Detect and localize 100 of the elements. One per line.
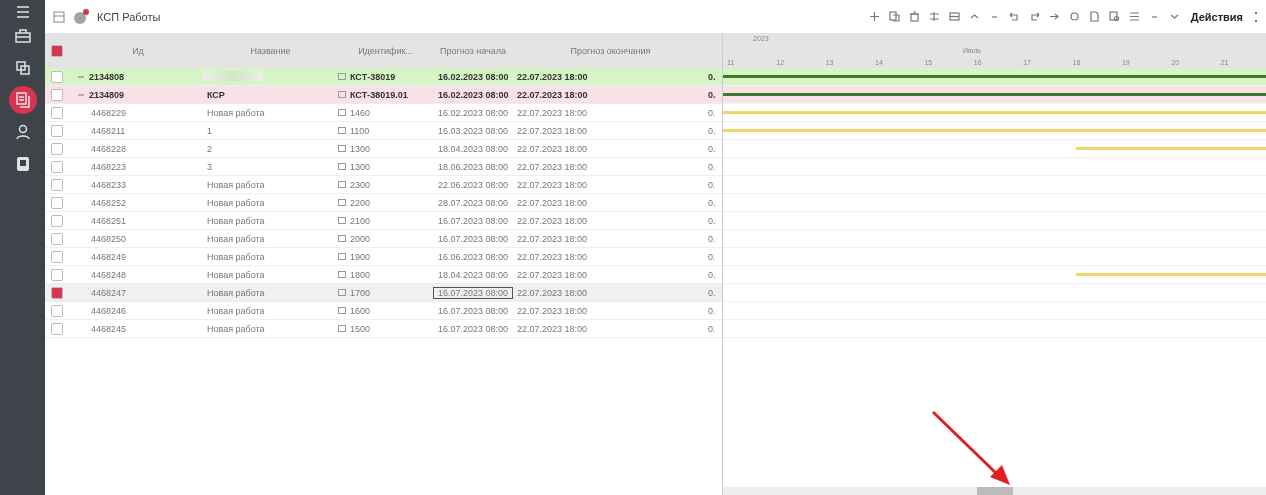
table-row[interactable]: 4468228 2 1300 18.04.2023 08:00 22.07.2023 18:00 0. xyxy=(45,140,722,158)
table-cell-text: 22.07.2023 18:00 xyxy=(516,71,589,82)
table-cell-text: 22.07.2023 18:00 xyxy=(516,251,589,262)
table-cell[interactable]: 16.07.2023 08:00 xyxy=(433,286,514,299)
table-icon[interactable] xyxy=(948,11,960,22)
table-cell-text: 16.02.2023 08:00 xyxy=(437,106,510,119)
link-icon xyxy=(338,109,346,116)
actions-button[interactable]: Действия xyxy=(1188,10,1245,23)
settings-icon[interactable] xyxy=(1068,11,1080,22)
table-cell-text: 16.07.2023 08:00 xyxy=(437,232,510,245)
redo-icon[interactable] xyxy=(1028,11,1040,22)
table-cell-text: 22.07.2023 18:00 xyxy=(516,287,589,298)
table-cell-text: 1 xyxy=(206,125,213,136)
documents-icon[interactable] xyxy=(8,86,37,114)
table-cell-text: 2 xyxy=(206,143,213,154)
row-checkbox[interactable] xyxy=(51,160,63,173)
table-row[interactable]: 2134808 КСТ-38019 16.02.2023 08:00 22.07.2023 18:00 0. xyxy=(45,68,722,86)
scrollbar-thumb[interactable] xyxy=(976,487,1013,495)
column-header[interactable]: Прогноз начала xyxy=(433,45,513,56)
table-cell-text: 4468229 xyxy=(90,107,128,118)
column-header[interactable]: Идентифик... xyxy=(338,45,433,56)
table-cell-text: 28.07.2023 08:00 xyxy=(437,196,510,209)
table-cell-text: КСТ-38019.01 xyxy=(349,89,409,100)
table-row[interactable]: 4468248 Новая работа 1800 18.04.2023 08:00 22.07.2023 18:00 0. xyxy=(45,266,722,284)
row-checkbox[interactable] xyxy=(51,268,63,281)
list-icon[interactable] xyxy=(1128,11,1140,22)
select-all-checkbox[interactable] xyxy=(51,44,63,57)
table-row[interactable]: 4468246 Новая работа 1600 16.07.2023 08:00 22.07.2023 18:00 0. xyxy=(45,302,722,320)
globe-icon[interactable] xyxy=(73,8,89,25)
link-icon xyxy=(338,217,346,224)
table-cell-text: 22.07.2023 18:00 xyxy=(516,269,589,280)
table-cell: 0. xyxy=(708,71,716,82)
column-header[interactable]: Ид xyxy=(73,45,203,56)
table-cell-text: 1800 xyxy=(349,269,372,280)
table-cell-text: 2000 xyxy=(349,233,372,244)
table-cell-text: 22.07.2023 18:00 xyxy=(516,161,589,172)
link-icon xyxy=(338,145,346,152)
column-header[interactable]: Прогноз окончания xyxy=(513,45,708,56)
link-icon xyxy=(338,127,346,134)
copy-icon[interactable] xyxy=(888,11,900,22)
row-checkbox[interactable] xyxy=(51,88,63,101)
table-cell-text: 4468250 xyxy=(90,233,128,244)
table-cell-text: 16.03.2023 08:00 xyxy=(437,124,510,137)
table-cell-text: Новая работа xyxy=(206,197,266,208)
undo-icon[interactable] xyxy=(1008,11,1020,22)
row-checkbox[interactable] xyxy=(51,304,63,317)
table-row[interactable]: 4468252 Новая работа 2200 28.07.2023 08:00 22.07.2023 18:00 0. xyxy=(45,194,722,212)
table-cell: 0. xyxy=(708,233,716,244)
column-header[interactable]: Название xyxy=(203,45,338,56)
table-cell-text: 16.06.2023 08:00 xyxy=(437,250,510,263)
row-checkbox[interactable] xyxy=(51,124,63,137)
row-checkbox[interactable] xyxy=(51,70,63,83)
grid-icon[interactable] xyxy=(53,10,65,23)
table-cell: 0. xyxy=(708,323,716,334)
table-cell-text: 1100 xyxy=(349,125,371,136)
document-icon[interactable] xyxy=(1088,11,1100,22)
table-cell-text: 22.07.2023 18:00 xyxy=(516,107,589,118)
table-cell-text: 1600 xyxy=(349,305,372,316)
trash-icon[interactable] xyxy=(908,11,920,22)
arrow-right-icon[interactable] xyxy=(1048,11,1060,22)
table-cell: 0. xyxy=(708,107,716,118)
table-cell: 0. xyxy=(708,251,716,262)
table-row[interactable]: 4468249 Новая работа 1900 16.06.2023 08:00 22.07.2023 18:00 0. xyxy=(45,248,722,266)
row-checkbox[interactable] xyxy=(51,250,63,263)
table-cell-text: 4468233 xyxy=(90,179,128,190)
row-checkbox[interactable] xyxy=(51,178,63,191)
table-row[interactable]: 4468211 1 1100 16.03.2023 08:00 22.07.2023 18:00 0. xyxy=(45,122,722,140)
row-checkbox[interactable] xyxy=(51,232,63,245)
table-cell: 0. xyxy=(708,89,716,100)
table-row[interactable]: 2134809 КСР КСТ-38019.01 16.02.2023 08:00 22.07.2023 18:00 0. xyxy=(45,86,722,104)
table-cell-text: 4468223 xyxy=(90,161,128,172)
row-checkbox[interactable] xyxy=(51,214,63,227)
table-cell-text: 22.07.2023 18:00 xyxy=(516,125,589,136)
table-row[interactable]: 4468223 3 1300 18.06.2023 08:00 22.07.2023 18:00 0. xyxy=(45,158,722,176)
table-cell-text: 4468228 xyxy=(90,143,128,154)
link-icon xyxy=(338,289,346,296)
table-cell: 0. xyxy=(708,125,716,136)
menu-icon[interactable] xyxy=(15,6,30,18)
row-checkbox[interactable] xyxy=(51,142,63,155)
table-cell-text: 1300 xyxy=(349,161,372,172)
table-row[interactable]: 4468233 Новая работа 2300 22.06.2023 08:00 22.07.2023 18:00 0. xyxy=(45,176,722,194)
table-row[interactable]: 4468229 Новая работа 1460 16.02.2023 08:00 22.07.2023 18:00 0. xyxy=(45,104,722,122)
link-icon xyxy=(338,235,346,242)
row-checkbox[interactable] xyxy=(51,322,63,335)
row-checkbox[interactable] xyxy=(51,196,63,209)
row-checkbox[interactable] xyxy=(51,106,63,119)
table-cell-text: 2300 xyxy=(349,179,372,190)
plus-icon[interactable] xyxy=(868,11,880,22)
table-cell-text: 1300 xyxy=(349,143,372,154)
search-document-icon[interactable] xyxy=(1108,11,1120,22)
table-cell-text: 22.07.2023 18:00 xyxy=(516,179,589,190)
table-row[interactable]: 4468245 Новая работа 1500 16.07.2023 08:00 22.07.2023 18:00 0. xyxy=(45,320,722,338)
table-cell-text: 2100 xyxy=(349,215,372,226)
table-row[interactable]: 4468250 Новая работа 2000 16.07.2023 08:00 22.07.2023 18:00 0. xyxy=(45,230,722,248)
table-row[interactable]: 4468247 Новая работа 1700 16.07.2023 08:00 22.07.2023 18:00 0. xyxy=(45,284,722,302)
table-row[interactable]: 4468251 Новая работа 2100 16.07.2023 08:00 22.07.2023 18:00 0. xyxy=(45,212,722,230)
table-cell-text: Новая работа xyxy=(206,215,266,226)
indent-icon[interactable] xyxy=(928,11,940,22)
row-checkbox[interactable] xyxy=(51,286,63,299)
horizontal-scrollbar[interactable] xyxy=(723,487,1266,495)
